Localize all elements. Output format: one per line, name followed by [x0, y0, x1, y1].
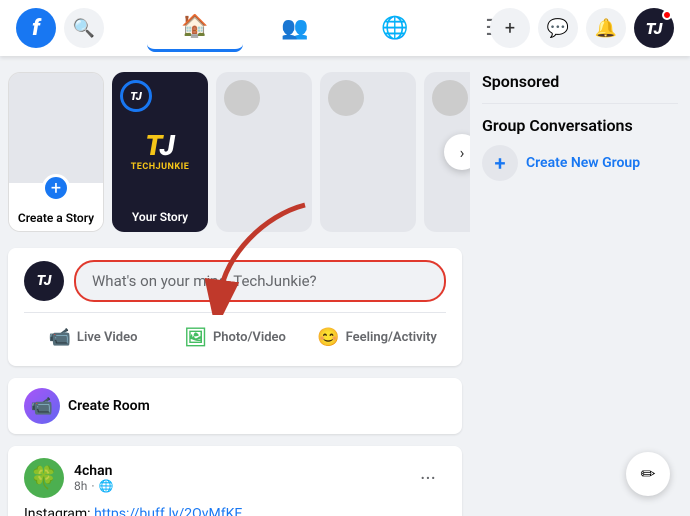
story-placeholder-1[interactable] [216, 72, 312, 232]
create-new-group-label: Create New Group [526, 155, 640, 171]
your-story-card[interactable]: TJ TJ TECHJUNKIE Your Story [112, 72, 208, 232]
post-user-avatar: TJ [24, 261, 64, 301]
main-layout: + Create a Story TJ TJ TECHJUNKIE Your S… [0, 56, 690, 516]
facebook-logo[interactable]: f [16, 8, 56, 48]
live-video-icon: 📹 [49, 327, 71, 348]
post-input-placeholder: What's on your mind, TechJunkie? [92, 272, 317, 290]
sponsored-heading: Sponsored [482, 72, 678, 91]
instagram-label: Instagram: [24, 506, 91, 516]
your-story-label: Your Story [112, 210, 208, 224]
chevron-right-icon: › [460, 143, 465, 162]
post-card-4chan: 🍀 4chan 8h · 🌐 ··· Instagram: https://bu… [8, 446, 462, 516]
story-avatar-2 [328, 80, 364, 116]
post-username: 4chan [74, 463, 400, 479]
top-nav: f 🔍 🏠 👥 🌐 ☰ + 💬 🔔 TJ [0, 0, 690, 56]
dot-separator: · [91, 479, 94, 493]
post-more-button[interactable]: ··· [410, 460, 446, 496]
nav-friends-button[interactable]: 👥 [247, 4, 343, 52]
post-input-row: TJ What's on your mind, TechJunkie? [24, 260, 446, 302]
story-avatar-1 [224, 80, 260, 116]
post-instagram-line: Instagram: https://buff.ly/2QvMfKE [24, 506, 446, 516]
create-story-label: Create a Story [18, 211, 94, 225]
feeling-activity-button[interactable]: 😊 Feeling/Activity [308, 321, 446, 354]
friends-icon: 👥 [281, 16, 308, 41]
search-button[interactable]: 🔍 [64, 8, 104, 48]
notifications-button[interactable]: 🔔 [586, 8, 626, 48]
instagram-link[interactable]: https://buff.ly/2QvMfKE [94, 506, 242, 516]
nav-center: 🏠 👥 🌐 ☰ [147, 4, 543, 52]
post-header: 🍀 4chan 8h · 🌐 ··· [8, 446, 462, 506]
group-conversations-heading: Group Conversations [482, 116, 678, 135]
story-tj-subtitle: TECHJUNKIE [131, 162, 190, 172]
avatar-text: TJ [646, 19, 663, 38]
user-avatar-nav[interactable]: TJ [634, 8, 674, 48]
add-story-plus-icon: + [42, 174, 70, 202]
post-4chan-avatar: 🍀 [24, 458, 64, 498]
photo-video-label: Photo/Video [213, 330, 286, 345]
nav-right: + 💬 🔔 TJ [490, 8, 674, 48]
edit-fab-button[interactable]: ✏ [626, 452, 670, 496]
create-room-button[interactable]: 📹 Create Room [8, 378, 462, 434]
post-creation-box: TJ What's on your mind, TechJunkie? 📹 Li… [8, 248, 462, 366]
create-room-label: Create Room [68, 398, 150, 414]
create-group-plus-icon: + [482, 145, 518, 181]
right-sidebar: Sponsored Group Conversations + Create N… [470, 56, 690, 516]
photo-video-button[interactable]: 🖼 Photo/Video [166, 321, 304, 354]
post-meta: 8h · 🌐 [74, 479, 400, 493]
feeling-label: Feeling/Activity [346, 330, 437, 345]
room-video-icon: 📹 [24, 388, 60, 424]
story-placeholder-2[interactable] [320, 72, 416, 232]
post-body: Instagram: https://buff.ly/2QvMfKE YouTu… [8, 506, 462, 516]
post-user-info: 4chan 8h · 🌐 [74, 463, 400, 493]
sidebar-divider-1 [482, 103, 678, 104]
messenger-button[interactable]: 💬 [538, 8, 578, 48]
photo-video-icon: 🖼 [184, 327, 207, 348]
post-action-buttons: 📹 Live Video 🖼 Photo/Video 😊 Feeling/Act… [24, 312, 446, 354]
plus-icon: + [505, 18, 515, 39]
create-story-top: + [9, 73, 103, 183]
story-tj-logo: TJ [145, 132, 174, 160]
edit-icon: ✏ [640, 464, 655, 485]
feeling-icon: 😊 [317, 327, 339, 348]
add-button[interactable]: + [490, 8, 530, 48]
home-icon: 🏠 [181, 14, 208, 39]
nav-groups-button[interactable]: 🌐 [347, 4, 443, 52]
groups-icon: 🌐 [381, 16, 408, 41]
notification-dot [662, 10, 672, 20]
feed: + Create a Story TJ TJ TECHJUNKIE Your S… [0, 56, 470, 516]
nav-home-button[interactable]: 🏠 [147, 4, 243, 52]
story-avatar-3 [432, 80, 468, 116]
messenger-icon: 💬 [547, 18, 569, 39]
globe-icon: 🌐 [99, 479, 114, 493]
bell-icon: 🔔 [595, 18, 617, 39]
post-time: 8h [74, 479, 87, 493]
live-video-label: Live Video [77, 330, 138, 345]
stories-row: + Create a Story TJ TJ TECHJUNKIE Your S… [8, 72, 462, 232]
stories-section: + Create a Story TJ TJ TECHJUNKIE Your S… [8, 72, 462, 232]
story-tj-avatar: TJ [120, 80, 152, 112]
search-icon: 🔍 [73, 18, 95, 39]
create-new-group-button[interactable]: + Create New Group [482, 145, 678, 181]
post-what-on-mind-input[interactable]: What's on your mind, TechJunkie? [74, 260, 446, 302]
nav-left: f 🔍 [16, 8, 104, 48]
create-story-card[interactable]: + Create a Story [8, 72, 104, 232]
live-video-button[interactable]: 📹 Live Video [24, 321, 162, 354]
